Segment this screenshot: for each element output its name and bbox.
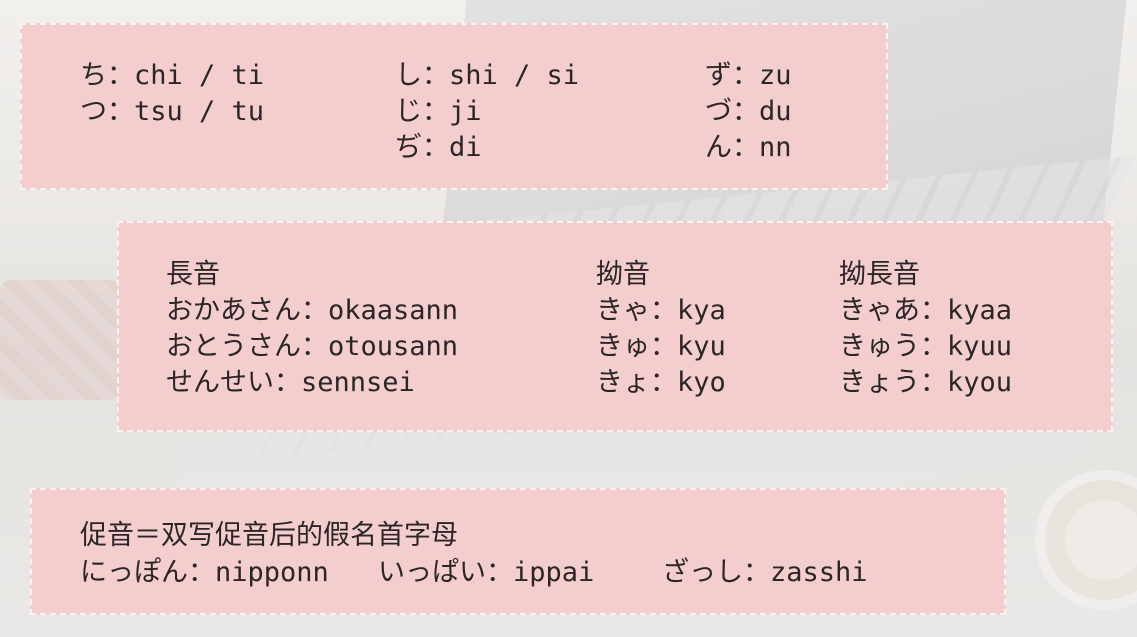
romaji-entry: つ：tsu / tu xyxy=(80,96,265,127)
long-vowel-entry: おかあさん：okaasann xyxy=(166,295,459,326)
sokuon-rule: 促音＝双写促音后的假名首字母 xyxy=(80,520,458,551)
youon-long-column: 拗長音 きゃあ：kyaa きゅう：kyuu きょう：kyou xyxy=(839,257,1012,401)
sokuon-example: にっぽん：nipponn xyxy=(80,557,329,588)
sokuon-example: いっぱい：ippai xyxy=(378,557,595,588)
youon-long-heading: 拗長音 xyxy=(839,259,920,290)
romaji-entry: ず：zu xyxy=(705,60,792,91)
youon-column: 拗音 きゃ：kya きゅ：kyu きょ：kyo xyxy=(596,257,726,401)
youon-long-entry: きょう：kyou xyxy=(839,367,1013,398)
romaji-entry: づ：du xyxy=(705,96,792,127)
long-vowel-heading: 長音 xyxy=(166,259,220,290)
romaji-entry: ん：nn xyxy=(705,132,792,163)
sokuon-example-3-wrap: ざっし：zasshi xyxy=(662,554,868,591)
romaji-column-1: ち：chi / ti つ：tsu / tu xyxy=(80,58,264,130)
long-vowel-entry: せんせい：sennsei xyxy=(166,367,415,398)
romaji-column-3: ず：zu づ：du ん：nn xyxy=(705,58,792,166)
long-vowel-column: 長音 おかあさん：okaasann おとうさん：otousann せんせい：se… xyxy=(166,257,458,401)
youon-heading: 拗音 xyxy=(596,259,650,290)
youon-long-entry: きゃあ：kyaa xyxy=(839,295,1013,326)
sokuon-card: 促音＝双写促音后的假名首字母 にっぽん：nipponn いっぱい：ippai ざ… xyxy=(30,488,1006,615)
youon-long-entry: きゅう：kyuu xyxy=(839,331,1013,362)
long-vowel-card: 長音 おかあさん：okaasann おとうさん：otousann せんせい：se… xyxy=(117,221,1113,432)
youon-entry: きゅ：kyu xyxy=(596,331,726,362)
long-vowel-entry: おとうさん：otousann xyxy=(166,331,459,362)
youon-entry: きょ：kyo xyxy=(596,367,726,398)
sokuon-example-1-wrap: にっぽん：nipponn xyxy=(80,554,329,591)
romaji-entry: ぢ：di xyxy=(395,132,482,163)
romaji-column-2: し：shi / si じ：ji ぢ：di xyxy=(395,58,579,166)
romaji-entry: じ：ji xyxy=(395,96,482,127)
sokuon-example: ざっし：zasshi xyxy=(662,557,868,588)
sokuon-content: 促音＝双写促音后的假名首字母 xyxy=(80,517,458,553)
romaji-entry: ち：chi / ti xyxy=(80,60,265,91)
sokuon-example-2-wrap: いっぱい：ippai xyxy=(378,554,594,591)
romaji-entry: し：shi / si xyxy=(395,60,580,91)
youon-entry: きゃ：kya xyxy=(596,295,726,326)
romaji-card: ち：chi / ti つ：tsu / tu し：shi / si じ：ji ぢ：… xyxy=(20,23,888,190)
